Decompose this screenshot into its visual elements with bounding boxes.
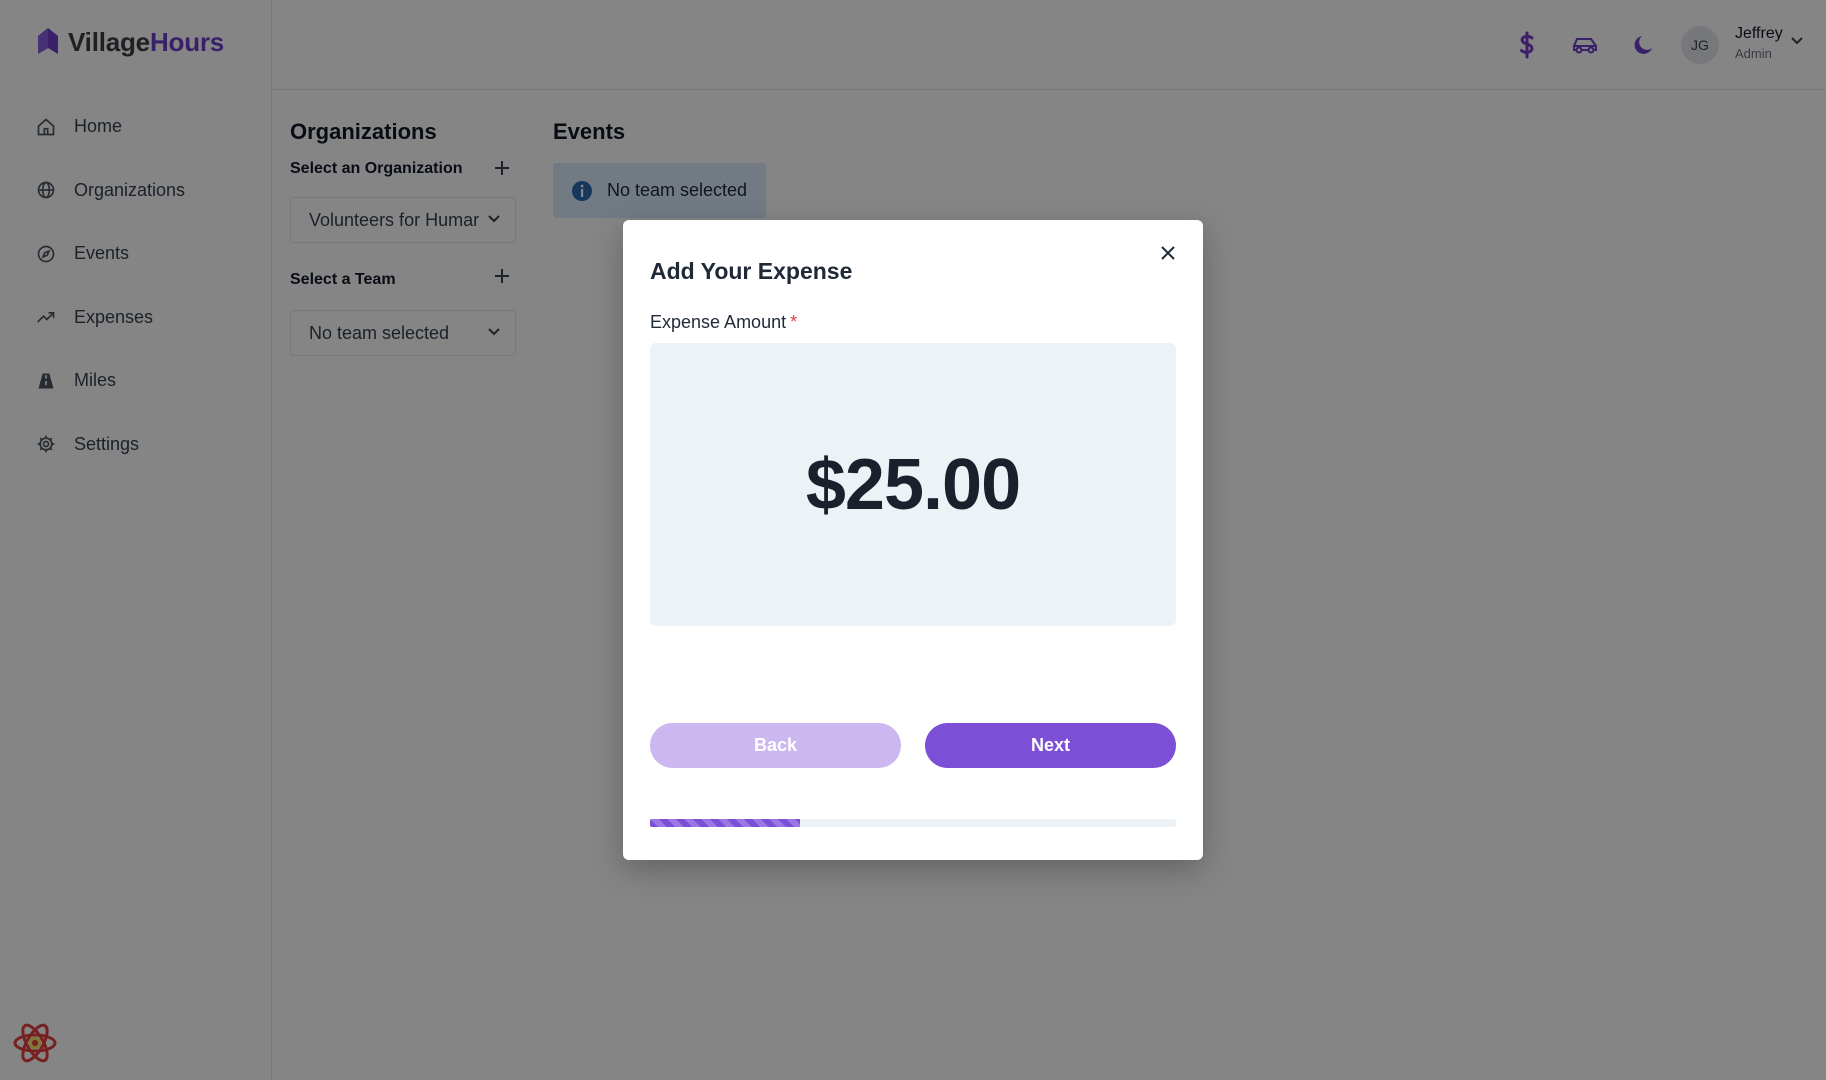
step-progress-bar — [650, 819, 1176, 827]
expense-amount-label: Expense Amount * — [650, 312, 797, 333]
close-icon — [1161, 246, 1175, 260]
next-button[interactable]: Next — [925, 723, 1176, 768]
add-expense-modal: Add Your Expense Expense Amount * $25.00 … — [623, 220, 1203, 860]
expense-amount-input[interactable]: $25.00 — [650, 343, 1176, 626]
modal-title: Add Your Expense — [650, 258, 853, 284]
close-button[interactable] — [1155, 240, 1181, 266]
required-mark: * — [790, 312, 798, 332]
expense-amount-label-text: Expense Amount — [650, 312, 787, 332]
step-progress-fill — [650, 819, 801, 827]
back-button[interactable]: Back — [650, 723, 901, 768]
expense-amount-value: $25.00 — [805, 444, 1021, 525]
